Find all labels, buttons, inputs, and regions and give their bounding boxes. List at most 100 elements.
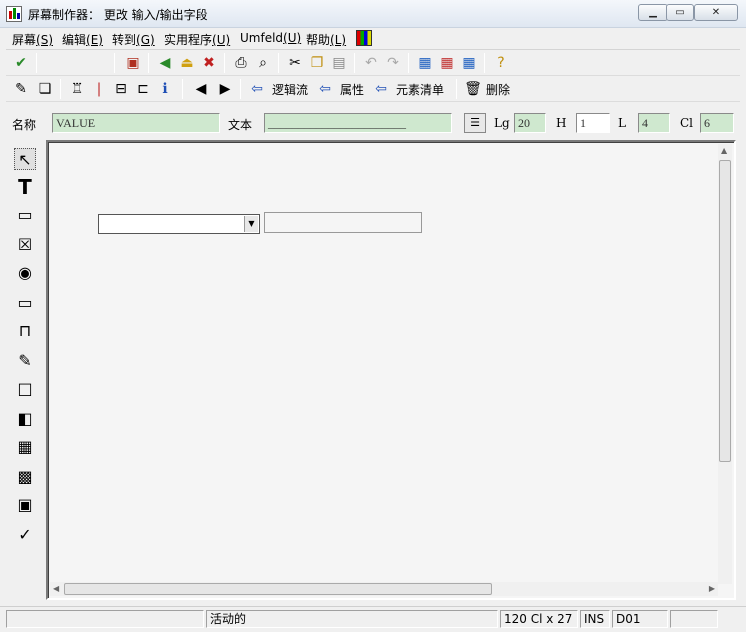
hierarchy-icon[interactable]: ♖ <box>68 80 86 98</box>
menu-umfeld-label: Umfeld <box>240 31 284 45</box>
edit-pen-icon[interactable]: ✎ <box>12 80 30 98</box>
menu-goto-key: (G) <box>136 33 155 47</box>
previous-icon[interactable]: ◀ <box>192 80 210 98</box>
horizontal-scrollbar[interactable]: ◀ ▶ <box>50 582 718 596</box>
pointer-icon[interactable]: ↖ <box>14 148 36 170</box>
marker-icon[interactable]: ❘ <box>90 80 108 98</box>
menu-umfeld[interactable]: Umfeld(U) <box>240 31 301 45</box>
list-icon[interactable]: ☰ <box>464 113 486 133</box>
back-icon[interactable]: ◀ <box>156 54 174 72</box>
menu-screen[interactable]: 屏幕(S) <box>12 31 53 48</box>
checkbox-icon[interactable]: ☒ <box>14 234 36 256</box>
name-label: 名称 <box>12 118 37 132</box>
layout-2-icon[interactable]: ▦ <box>438 54 456 72</box>
toolbar-separator <box>408 53 409 73</box>
menu-goto[interactable]: 转到(G) <box>112 31 155 48</box>
cl-label: Cl <box>680 116 694 130</box>
close-button[interactable]: ✕ <box>694 4 738 21</box>
element-list-button[interactable]: 元素清单 <box>396 81 444 98</box>
toolbar-separator <box>484 53 485 73</box>
status-icon[interactable]: ✓ <box>14 524 36 546</box>
status-message <box>6 610 204 628</box>
color-palette-icon[interactable] <box>356 30 372 46</box>
pushbutton-icon[interactable]: ▭ <box>14 292 36 314</box>
cut-icon[interactable]: ✂ <box>286 54 304 72</box>
paste-icon[interactable]: ▤ <box>330 54 348 72</box>
next-icon[interactable]: ▶ <box>216 80 234 98</box>
logic-flow-button[interactable]: 逻辑流 <box>272 81 308 98</box>
vertical-scrollbar[interactable]: ▲ <box>718 144 732 584</box>
print-icon[interactable]: ⎙ <box>232 54 250 72</box>
toolbar-separator <box>36 53 37 73</box>
tree-icon[interactable]: ⊏ <box>134 80 152 98</box>
attributes-button[interactable]: 属性 <box>340 81 364 98</box>
redo-icon[interactable]: ↷ <box>384 54 402 72</box>
text-field[interactable]: _______________________ <box>264 113 452 133</box>
menu-goto-label: 转到 <box>112 33 137 47</box>
layout-1-icon[interactable]: ▦ <box>416 54 434 72</box>
menu-utilities[interactable]: 实用程序(U) <box>164 31 230 48</box>
output-field[interactable] <box>264 212 422 233</box>
value-dropdown[interactable]: ▼ <box>98 214 260 234</box>
layout-3-icon[interactable]: ▦ <box>460 54 478 72</box>
lg-label: Lg <box>494 116 510 130</box>
arrow-left-icon: ⇦ <box>375 81 387 97</box>
exit-icon[interactable]: ⏏ <box>178 54 196 72</box>
table-wizard-icon[interactable]: ▩ <box>14 466 36 488</box>
delete-button[interactable]: 删除 <box>486 81 510 98</box>
toolbar-separator <box>240 79 241 99</box>
arrow-left-icon: ⇦ <box>319 81 331 97</box>
input-field-icon[interactable]: ▭ <box>14 204 36 226</box>
text-label: 文本 <box>228 118 253 132</box>
vertical-scroll-thumb[interactable] <box>719 160 731 462</box>
info-icon[interactable]: ℹ <box>156 80 174 98</box>
window-title: 屏幕制作器： 更改 输入/输出字段 <box>28 8 208 22</box>
screen-icon[interactable]: ⊟ <box>112 80 130 98</box>
status-bar: 活动的 120 Cl x 27 L INS D01 <box>0 606 746 632</box>
menu-help[interactable]: 帮助(L) <box>306 31 346 48</box>
find-icon[interactable]: ⌕ <box>254 54 272 72</box>
scroll-up-icon[interactable]: ▲ <box>721 146 727 155</box>
status-session: D01 <box>612 610 668 628</box>
text-field-icon[interactable]: T <box>14 176 36 198</box>
copy-icon[interactable]: ❐ <box>308 54 326 72</box>
cl-field[interactable]: 6 <box>700 113 734 133</box>
screen-painter-toolbar: ✎ ❏ ♖ ❘ ⊟ ⊏ ℹ ◀ ▶ ⇦ 逻辑流 ⇦ 属性 ⇦ 元素清单 🗑 删除 <box>6 76 740 102</box>
box-icon[interactable]: □ <box>14 378 36 400</box>
check-icon[interactable]: ✔ <box>12 54 30 72</box>
h-field[interactable]: 1 <box>576 113 610 133</box>
element-palette: ↖ T ▭ ☒ ◉ ▭ ⊓ ✎ □ ◧ ▦ ▩ ▣ ✓ <box>8 142 40 602</box>
maximize-button[interactable]: ▭ <box>666 4 694 21</box>
tabstrip-wizard-icon[interactable]: ✎ <box>14 350 36 372</box>
tabstrip-icon[interactable]: ⊓ <box>14 320 36 342</box>
toolbar-separator <box>148 53 149 73</box>
lg-field[interactable]: 20 <box>514 113 546 133</box>
undo-icon[interactable]: ↶ <box>362 54 380 72</box>
minimize-button[interactable]: ▁ <box>638 4 668 21</box>
radio-button-icon[interactable]: ◉ <box>14 262 36 284</box>
scroll-left-icon[interactable]: ◀ <box>53 584 59 593</box>
name-field[interactable]: VALUE <box>52 113 220 133</box>
h-label: H <box>556 116 567 130</box>
l-label: L <box>618 116 626 130</box>
window-icon[interactable]: ❏ <box>36 80 54 98</box>
attribute-row: 名称 VALUE 文本 _______________________ ☰ Lg… <box>6 108 740 138</box>
save-icon[interactable]: ▣ <box>124 54 142 72</box>
scroll-right-icon[interactable]: ▶ <box>709 584 715 593</box>
standard-toolbar: ✔ ▣ ◀ ⏏ ✖ ⎙ ⌕ ✂ ❐ ▤ ↶ ↷ ▦ ▦ ▦ ? <box>6 50 740 76</box>
subscreen-icon[interactable]: ◧ <box>14 408 36 430</box>
cancel-icon[interactable]: ✖ <box>200 54 218 72</box>
menu-edit[interactable]: 编辑(E) <box>62 31 103 48</box>
menu-help-label: 帮助 <box>306 33 331 47</box>
l-field[interactable]: 4 <box>638 113 670 133</box>
horizontal-scroll-thumb[interactable] <box>64 583 492 595</box>
table-control-icon[interactable]: ▦ <box>14 436 36 458</box>
help-icon[interactable]: ? <box>492 54 510 72</box>
arrow-left-icon: ⇦ <box>251 81 263 97</box>
layout-canvas[interactable]: ▼ ▲ ◀ ▶ <box>46 140 736 600</box>
status-size: 120 Cl x 27 L <box>500 610 578 628</box>
status-extra <box>670 610 718 628</box>
chevron-down-icon[interactable]: ▼ <box>244 216 258 232</box>
toolbar-separator <box>456 79 457 99</box>
custom-control-icon[interactable]: ▣ <box>14 494 36 516</box>
